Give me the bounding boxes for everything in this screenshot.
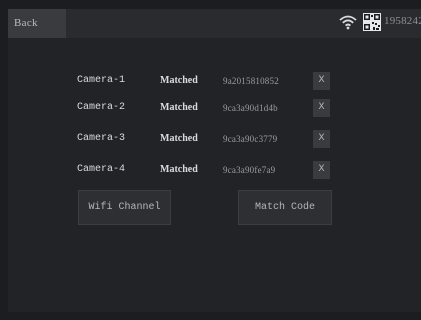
camera-row: Camera-4 Matched 9ca3a90fe7a9 X <box>8 161 421 181</box>
back-button[interactable]: Back <box>8 9 66 38</box>
device-id: 195824277 <box>384 15 421 27</box>
camera-status: Matched <box>160 133 198 144</box>
remove-camera-button[interactable]: X <box>313 130 330 148</box>
camera-row: Camera-1 Matched 9a2015810852 X <box>8 72 421 92</box>
camera-row: Camera-2 Matched 9ca3a90d1d4b X <box>8 99 421 119</box>
camera-code: 9ca3a90d1d4b <box>223 103 278 113</box>
qr-code-icon[interactable] <box>363 13 381 31</box>
remove-camera-button[interactable]: X <box>313 99 330 117</box>
top-bar <box>8 9 421 38</box>
camera-code: 9ca3a90fe7a9 <box>223 165 276 175</box>
camera-status: Matched <box>160 102 198 113</box>
camera-row: Camera-3 Matched 9ca3a90c3779 X <box>8 130 421 150</box>
screen: Back 195824277 Camera-1 Matched 9a201581… <box>0 0 421 320</box>
wifi-channel-button[interactable]: Wifi Channel <box>78 190 171 225</box>
camera-code: 9a2015810852 <box>223 76 279 86</box>
camera-status: Matched <box>160 164 198 175</box>
camera-name: Camera-2 <box>77 102 126 113</box>
camera-name: Camera-4 <box>77 164 126 175</box>
remove-camera-button[interactable]: X <box>313 72 330 90</box>
camera-name: Camera-1 <box>77 75 126 86</box>
camera-name: Camera-3 <box>77 133 126 144</box>
match-code-button[interactable]: Match Code <box>238 190 332 225</box>
camera-panel: Camera-1 Matched 9a2015810852 X Camera-2… <box>8 38 421 312</box>
remove-camera-button[interactable]: X <box>313 161 330 179</box>
camera-code: 9ca3a90c3779 <box>223 134 278 144</box>
camera-status: Matched <box>160 75 198 86</box>
wifi-icon <box>339 15 357 30</box>
